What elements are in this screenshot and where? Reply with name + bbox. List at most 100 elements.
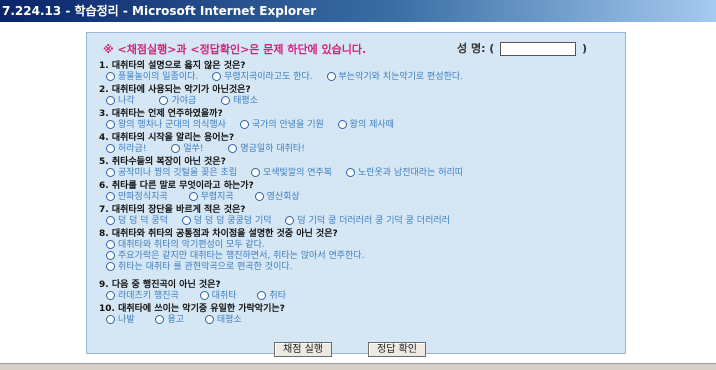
option-radio[interactable]: 명금일하 대취타! <box>228 144 305 155</box>
radio-icon[interactable] <box>221 96 231 105</box>
question-text: 10. 대취타에 쓰이는 악기중 유일한 가락악기는? <box>99 304 285 314</box>
name-close-paren: ) <box>582 42 588 55</box>
option-radio[interactable]: 노란옷과 남전대라는 허리띠 <box>345 168 463 179</box>
option-radio[interactable]: 대취타와 취타의 악기편성이 모두 같다. <box>106 240 364 251</box>
question-text: 3. 대취타는 언제 연주하였을까? <box>99 109 223 119</box>
question-text: 4. 대취타의 시작을 알리는 용어는? <box>99 133 235 143</box>
title-bar: 7.224.13 - 학습정리 - Microsoft Internet Exp… <box>0 0 716 22</box>
radio-icon[interactable] <box>345 168 355 177</box>
option-radio[interactable]: 가야금 <box>159 96 196 107</box>
radio-icon[interactable] <box>106 96 115 105</box>
option-label: 부는악기와 치는악기로 편성한다. <box>338 72 464 82</box>
question-6: 6. 취타를 다른 말로 무엇이라고 하는가? 만파정식지곡 무령지곡 영산회상 <box>99 181 304 203</box>
option-label: 얼쑤! <box>183 144 204 154</box>
option-radio[interactable]: 태평소 <box>221 96 258 107</box>
question-2: 2. 대취타에 사용되는 악기가 아닌것은? 나각 가야금 태평소 <box>99 85 262 107</box>
question-9: 9. 다음 중 행진곡이 아닌 것은? 라데츠키 행진곡 대취타 취타 <box>99 280 290 302</box>
quiz-panel: ※ <채점실행>과 <정답확인>은 문제 하단에 있습니다. 성 명: ( ) … <box>86 32 626 354</box>
radio-icon[interactable] <box>106 72 115 81</box>
radio-icon[interactable] <box>326 72 336 81</box>
question-10: 10. 대취타에 쓰이는 악기중 유일한 가락악기는? 나발 용고 태평소 <box>99 304 285 326</box>
option-label: 가야금 <box>171 96 197 106</box>
radio-icon[interactable] <box>106 240 115 249</box>
option-radio[interactable]: 왕의 제사때 <box>337 120 394 131</box>
name-input[interactable] <box>500 42 577 56</box>
browser-content: ※ <채점실행>과 <정답확인>은 문제 하단에 있습니다. 성 명: ( ) … <box>0 22 716 370</box>
option-radio[interactable]: 취타는 대취타 를 관현악곡으로 편곡한 것이다. <box>106 262 364 273</box>
question-8: 8. 대취타와 취타의 공통점과 차이점을 설명한 것중 아닌 것은? 대취타와… <box>99 229 364 273</box>
radio-icon[interactable] <box>106 144 115 153</box>
radio-icon[interactable] <box>257 291 267 300</box>
option-label: 취타는 대취타 를 관현악곡으로 편곡한 것이다. <box>118 262 293 272</box>
option-label: 덩 기덕 쿵 더러러러 쿵 기덕 쿵 더러러러 <box>297 216 450 226</box>
radio-icon[interactable] <box>285 216 295 225</box>
radio-icon[interactable] <box>171 144 181 153</box>
question-text: 7. 대취타의 장단을 바르게 적은 것은? <box>99 205 246 215</box>
option-radio[interactable]: 취타 <box>257 291 286 302</box>
option-radio[interactable]: 태평소 <box>204 315 242 326</box>
radio-icon[interactable] <box>106 315 115 324</box>
option-label: 태평소 <box>216 315 242 325</box>
option-radio[interactable]: 주요가락은 같지만 대취타는 행진하면서, 취타는 앉아서 연주한다. <box>106 251 364 262</box>
name-label: 성 명: ( <box>457 42 495 55</box>
radio-icon[interactable] <box>106 262 115 271</box>
question-5: 5. 취타수들의 복장이 아닌 것은? 공작미나 꿩의 깃털을 꽂은 초립 오색… <box>99 157 467 179</box>
option-radio[interactable]: 국가의 안녕을 기원 <box>239 120 324 131</box>
radio-icon[interactable] <box>106 291 115 300</box>
radio-icon[interactable] <box>106 216 115 225</box>
radio-icon[interactable] <box>159 96 169 105</box>
option-label: 만파정식지곡 <box>118 192 168 202</box>
option-radio[interactable]: 나각 <box>106 96 135 107</box>
option-radio[interactable]: 오색빛깔의 연주복 <box>250 168 333 179</box>
radio-icon[interactable] <box>188 192 198 201</box>
option-radio[interactable]: 풍물놀이의 일종이다. <box>106 72 198 83</box>
radio-icon[interactable] <box>106 120 115 129</box>
option-radio[interactable]: 덩 덩 덩 쿵쿵덩 기덕 <box>181 216 272 227</box>
radio-icon[interactable] <box>106 168 115 177</box>
radio-icon[interactable] <box>254 192 264 201</box>
check-answer-button[interactable]: 정답 확인 <box>368 342 426 357</box>
radio-icon[interactable] <box>250 168 260 177</box>
radio-icon[interactable] <box>155 315 165 324</box>
question-text: 9. 다음 중 행진곡이 아닌 것은? <box>99 280 221 290</box>
option-radio[interactable]: 라데츠키 행진곡 <box>106 291 179 302</box>
option-label: 라데츠키 행진곡 <box>118 291 179 301</box>
question-text: 5. 취타수들의 복장이 아닌 것은? <box>99 157 226 167</box>
option-radio[interactable]: 부는악기와 치는악기로 편성한다. <box>326 72 464 83</box>
radio-icon[interactable] <box>204 315 214 324</box>
radio-icon[interactable] <box>239 120 249 129</box>
option-label: 왕의 행차나 군대의 의식행사 <box>118 120 226 130</box>
option-radio[interactable]: 무령지곡이라고도 한다. <box>212 72 313 83</box>
option-radio[interactable]: 덩 기덕 쿵 더러러러 쿵 기덕 쿵 더러러러 <box>285 216 450 227</box>
radio-icon[interactable] <box>212 72 222 81</box>
option-radio[interactable]: 용고 <box>155 315 184 326</box>
radio-icon[interactable] <box>337 120 347 129</box>
window-title: 7.224.13 - 학습정리 - Microsoft Internet Exp… <box>2 4 317 18</box>
option-radio[interactable]: 덩 덩 덕 쿵덕 <box>106 216 168 227</box>
radio-icon[interactable] <box>228 144 238 153</box>
grade-button[interactable]: 채점 실행 <box>274 342 332 357</box>
radio-icon[interactable] <box>106 192 115 201</box>
option-radio[interactable]: 허라금! <box>106 144 146 155</box>
option-radio[interactable]: 무령지곡 <box>188 192 234 203</box>
option-label: 태평소 <box>233 96 258 106</box>
option-label: 오색빛깔의 연주복 <box>262 168 333 178</box>
option-label: 국가의 안녕을 기원 <box>251 120 324 130</box>
option-radio[interactable]: 만파정식지곡 <box>106 192 168 203</box>
option-label: 주요가락은 같지만 대취타는 행진하면서, 취타는 앉아서 연주한다. <box>118 251 365 261</box>
question-7: 7. 대취타의 장단을 바르게 적은 것은? 덩 덩 덕 쿵덕 덩 덩 덩 쿵쿵… <box>99 205 454 227</box>
option-radio[interactable]: 영산회상 <box>254 192 300 203</box>
option-radio[interactable]: 대취타 <box>199 291 237 302</box>
option-radio[interactable]: 왕의 행차나 군대의 의식행사 <box>106 120 226 131</box>
radio-icon[interactable] <box>106 251 115 260</box>
option-label: 명금일하 대취타! <box>240 144 305 154</box>
option-label: 풍물놀이의 일종이다. <box>118 72 199 82</box>
option-radio[interactable]: 얼쑤! <box>171 144 204 155</box>
question-3: 3. 대취타는 언제 연주하였을까? 왕의 행차나 군대의 의식행사 국가의 안… <box>99 109 398 131</box>
question-text: 6. 취타를 다른 말로 무엇이라고 하는가? <box>99 181 254 191</box>
radio-icon[interactable] <box>199 291 209 300</box>
status-bar <box>0 363 716 370</box>
radio-icon[interactable] <box>181 216 191 225</box>
option-radio[interactable]: 나발 <box>106 315 135 326</box>
option-radio[interactable]: 공작미나 꿩의 깃털을 꽂은 초립 <box>106 168 237 179</box>
